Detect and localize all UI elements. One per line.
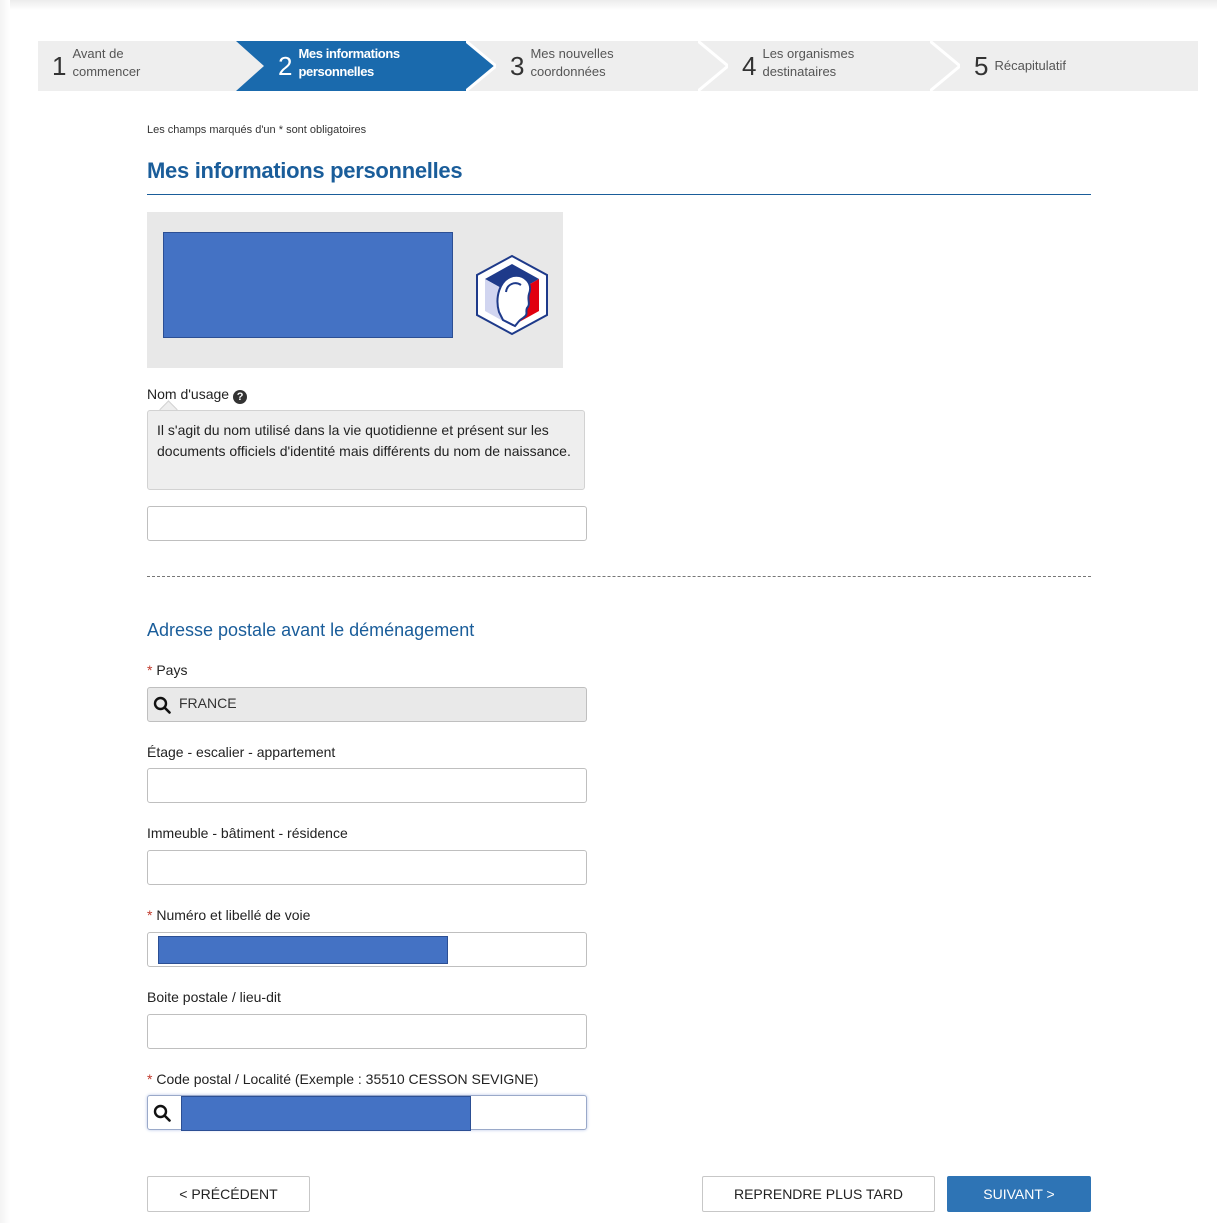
step-number: 2 [278, 51, 293, 81]
redacted-street-value [158, 936, 448, 964]
step-5: 5 Récapitulatif [974, 41, 1066, 91]
step-number: 1 [52, 51, 67, 81]
floor-input[interactable] [147, 768, 587, 803]
step-label: Les organismes destinataires [762, 46, 855, 79]
required-marker: * [147, 1071, 153, 1087]
redacted-identity-block [163, 232, 453, 338]
building-input[interactable] [147, 850, 587, 885]
postal-code-field[interactable] [147, 1095, 587, 1131]
redacted-postal-code-value [181, 1096, 471, 1131]
page: 1 Avant de commencer 2 Mes informations … [0, 0, 1217, 1223]
search-icon [153, 1104, 171, 1122]
resume-later-button[interactable]: REPRENDRE PLUS TARD [702, 1176, 935, 1212]
step-label: Récapitulatif [994, 58, 1067, 73]
street-field[interactable] [147, 932, 587, 967]
country-label: * Pays [147, 662, 187, 678]
next-button[interactable]: SUIVANT > [947, 1176, 1091, 1212]
postal-code-label: * Code postal / Localité (Exemple : 3551… [147, 1071, 538, 1087]
previous-button[interactable]: < PRÉCÉDENT [147, 1176, 310, 1212]
chevron-separator-icon [698, 41, 728, 91]
section-divider [147, 576, 1091, 577]
po-box-label: Boite postale / lieu-dit [147, 989, 281, 1005]
country-value: FRANCE [179, 695, 237, 711]
required-fields-note: Les champs marqués d'un * sont obligatoi… [147, 124, 367, 136]
progress-stepper: 1 Avant de commencer 2 Mes informations … [38, 41, 1198, 91]
postal-code-label-text: Code postal / Localité (Exemple : 35510 … [156, 1071, 539, 1087]
search-icon [153, 696, 171, 714]
help-circle-icon[interactable]: ? [233, 390, 248, 404]
required-marker: * [147, 662, 153, 678]
left-shadow [0, 0, 10, 1223]
marianne-logo-icon [476, 254, 548, 336]
street-label: * Numéro et libellé de voie [147, 907, 310, 923]
step-number: 4 [742, 51, 757, 81]
required-marker: * [147, 907, 153, 923]
step-1: 1 Avant de commencer [52, 41, 140, 91]
street-label-text: Numéro et libellé de voie [156, 907, 311, 923]
title-divider [147, 194, 1091, 195]
step-3: 3 Mes nouvelles coordonnées [510, 41, 614, 91]
chevron-separator-icon [930, 41, 960, 91]
chevron-separator-icon [466, 41, 496, 91]
address-section-title: Adresse postale avant le déménagement [147, 620, 475, 640]
step-number: 5 [974, 51, 989, 81]
usage-name-label: Nom d'usage? [147, 386, 248, 404]
usage-name-label-text: Nom d'usage [147, 386, 230, 402]
page-title: Mes informations personnelles [147, 158, 463, 183]
step-2-active: 2 Mes informations personnelles [278, 41, 400, 91]
identity-card [147, 212, 563, 368]
country-field[interactable]: FRANCE [147, 687, 587, 722]
step-4: 4 Les organismes destinataires [742, 41, 854, 91]
usage-name-tooltip: Il s'agit du nom utilisé dans la vie quo… [147, 410, 585, 490]
usage-name-input[interactable] [147, 506, 587, 541]
step-number: 3 [510, 51, 525, 81]
step-label: Avant de commencer [72, 46, 141, 79]
floor-label: Étage - escalier - appartement [147, 744, 336, 760]
top-shadow [0, 0, 1217, 10]
step-label: Mes nouvelles coordonnées [530, 46, 614, 79]
po-box-input[interactable] [147, 1014, 587, 1049]
step-label: Mes informations personnelles [298, 46, 400, 79]
country-label-text: Pays [156, 662, 188, 678]
building-label: Immeuble - bâtiment - résidence [147, 825, 348, 841]
